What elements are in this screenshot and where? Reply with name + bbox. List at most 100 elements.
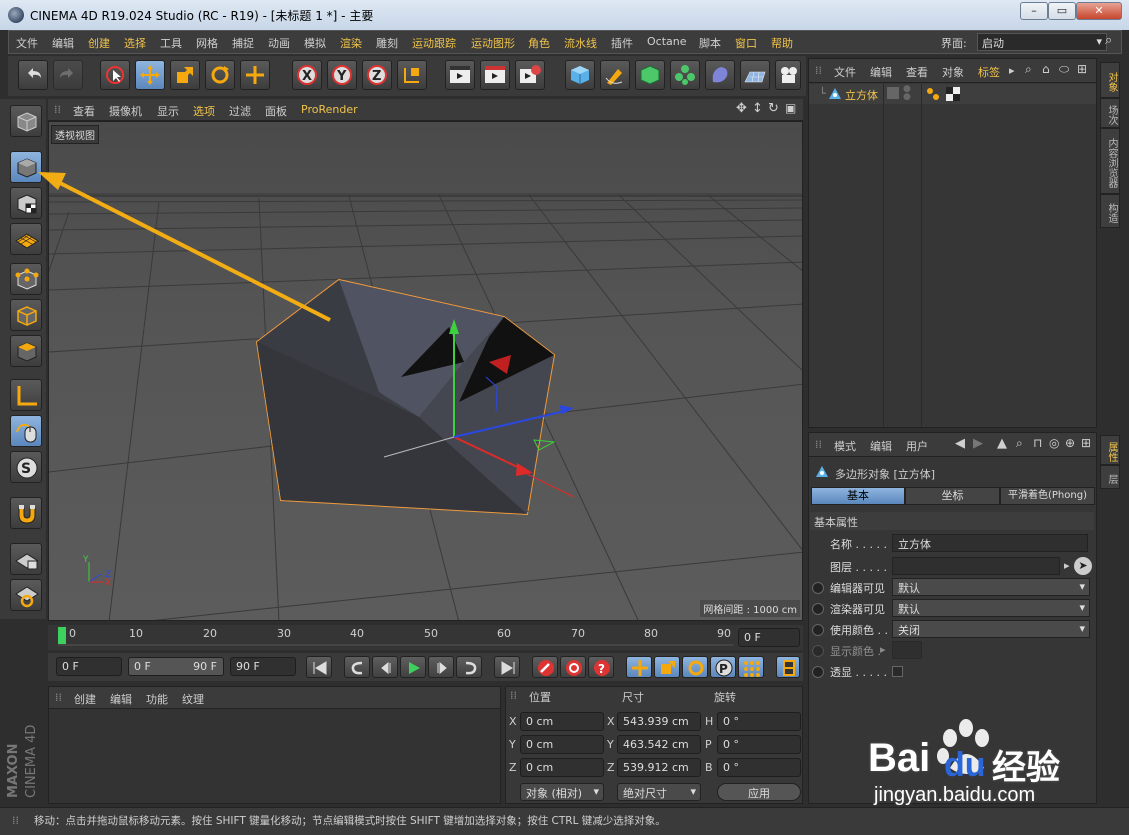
attribute-menu-edit[interactable]: 编辑 [870,438,892,454]
viewport-menu-cameras[interactable]: 摄像机 [109,103,142,119]
snap-button[interactable] [10,497,42,529]
play-button[interactable] [400,656,426,678]
model-mode-button[interactable] [10,151,42,183]
start-frame-field[interactable]: 0 F [56,657,122,676]
use-color-select[interactable]: 关闭 ▾ [892,620,1090,638]
workplane-mode-button[interactable] [10,223,42,255]
points-mode-button[interactable] [10,263,42,295]
key-point-level-button[interactable] [738,656,764,678]
edges-mode-button[interactable] [10,299,42,331]
animate-radio[interactable] [812,624,824,636]
scale-tool-button[interactable] [170,60,200,90]
menu-file[interactable]: 文件 [16,35,38,51]
key-rotation-button[interactable] [682,656,708,678]
end-frame-field[interactable]: 90 F [230,657,296,676]
prev-frame-button[interactable] [372,656,398,678]
target-icon[interactable]: ◎ [1049,436,1059,450]
menu-window[interactable]: 窗口 [735,35,757,51]
spline-pen-button[interactable] [600,60,630,90]
key-parameter-button[interactable]: P [710,656,736,678]
tweak-mode-button[interactable] [10,415,42,447]
side-tab-objects[interactable]: 对象 [1100,62,1120,98]
deformer-button[interactable] [705,60,735,90]
menu-help[interactable]: 帮助 [771,35,793,51]
y-axis-lock-button[interactable]: Y [327,60,357,90]
attribute-menu-mode[interactable]: 模式 [834,438,856,454]
side-tab-layers[interactable]: 层 [1100,465,1120,489]
autokeying-button[interactable] [560,656,586,678]
render-view-button[interactable] [445,60,475,90]
animate-radio[interactable] [812,582,824,594]
x-axis-lock-button[interactable]: X [292,60,322,90]
display-color-swatch[interactable] [892,641,922,659]
live-selection-button[interactable] [100,60,130,90]
texture-mode-button[interactable] [10,187,42,219]
move-tool-button[interactable] [135,60,165,90]
redo-button[interactable] [53,60,83,90]
render-settings-button[interactable] [515,60,545,90]
close-button[interactable]: ✕ [1076,2,1122,20]
layer-field[interactable] [892,557,1060,575]
editor-visible-select[interactable]: 默认 ▾ [892,578,1090,596]
object-menu-edit[interactable]: 编辑 [870,64,892,80]
lock-workplane-button[interactable] [10,543,42,575]
chevron-right-icon[interactable]: ▸ [1009,64,1015,77]
undo-button[interactable] [18,60,48,90]
visibility-dots[interactable]: ● ● [903,85,911,102]
object-row-cube[interactable]: └ 立方体 ● ● [809,84,1096,104]
rotation-p-field[interactable]: 0 ° [717,735,801,754]
menu-create[interactable]: 创建 [88,35,110,51]
search-icon[interactable]: ⌕ [1105,33,1112,48]
material-menu-edit[interactable]: 编辑 [110,691,132,707]
side-tab-content-browser[interactable]: 内容浏览器 [1100,128,1120,194]
viewport-zoom-icon[interactable]: ↕ [752,101,763,116]
menu-select[interactable]: 选择 [124,35,146,51]
menu-edit[interactable]: 编辑 [52,35,74,51]
object-menu-view[interactable]: 查看 [906,64,928,80]
pick-layer-icon[interactable]: ➤ [1074,557,1092,575]
cube-primitive-button[interactable] [565,60,595,90]
menu-tools[interactable]: 工具 [160,35,182,51]
xray-checkbox[interactable] [892,666,903,677]
ellipse-icon[interactable]: ⬭ [1059,62,1069,77]
home-icon[interactable]: ⌂ [1042,62,1050,76]
viewport-move-icon[interactable]: ✥ [736,101,747,116]
floor-button[interactable] [740,60,770,90]
animate-radio[interactable] [812,603,824,615]
object-menu-file[interactable]: 文件 [834,64,856,80]
make-editable-button[interactable] [10,105,42,137]
add-panel-icon[interactable]: ⊞ [1077,62,1087,76]
keyframe-selection-button[interactable]: ? [588,656,614,678]
planar-workplane-button[interactable] [10,579,42,611]
chevron-right-icon[interactable]: ▸ [1064,559,1070,572]
next-frame-button[interactable] [428,656,454,678]
maximize-button[interactable]: ▭ [1048,2,1076,20]
animate-radio[interactable] [812,666,824,678]
material-menu-function[interactable]: 功能 [146,691,168,707]
name-field[interactable]: 立方体 [892,534,1088,552]
size-x-field[interactable]: 543.939 cm [617,712,701,731]
cube-object[interactable] [255,278,556,516]
lock-icon[interactable]: ⊓ [1033,436,1042,450]
camera-button[interactable] [775,60,801,90]
size-z-field[interactable]: 539.912 cm [617,758,701,777]
key-position-button[interactable] [626,656,652,678]
phong-tag-icon[interactable] [926,87,942,101]
texture-tag-icon[interactable] [946,87,960,101]
tab-basic[interactable]: 基本 [811,487,905,505]
rotate-tool-button[interactable] [205,60,235,90]
side-tab-structure[interactable]: 构造 [1100,194,1120,228]
menu-script[interactable]: 脚本 [699,35,721,51]
menu-render[interactable]: 渲染 [340,35,362,51]
menu-mograph[interactable]: 运动图形 [471,35,515,51]
menu-animate[interactable]: 动画 [268,35,290,51]
axis-mode-button[interactable] [10,379,42,411]
viewport-menu-filter[interactable]: 过滤 [229,103,251,119]
menu-pipeline[interactable]: 流水线 [564,35,597,51]
key-scale-button[interactable] [654,656,680,678]
rotation-b-field[interactable]: 0 ° [717,758,801,777]
menu-sculpt[interactable]: 雕刻 [376,35,398,51]
z-axis-lock-button[interactable]: Z [362,60,392,90]
timeline-window-button[interactable] [776,656,800,678]
polygons-mode-button[interactable] [10,335,42,367]
